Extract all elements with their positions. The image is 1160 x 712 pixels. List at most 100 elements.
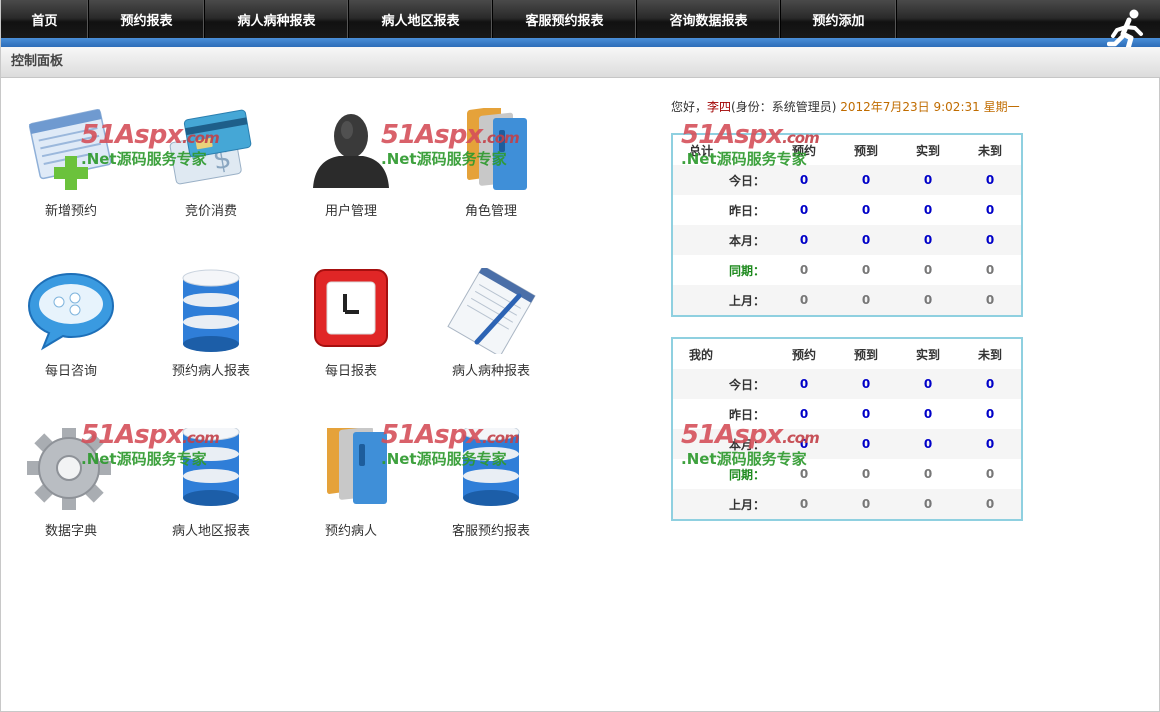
- gear-icon: [27, 428, 111, 510]
- tile-label: 竞价消费: [184, 204, 237, 219]
- cell-value: 0: [897, 369, 959, 399]
- add-appointment-icon: [28, 109, 112, 190]
- database-icon: [182, 269, 240, 352]
- table-title: 我的: [689, 347, 714, 362]
- cell-value: 0: [773, 285, 835, 315]
- tile-label: 数据字典: [44, 524, 97, 539]
- col-header: 未到: [977, 143, 1002, 158]
- nav-service-report[interactable]: 客服预约报表: [493, 0, 637, 38]
- table-row: 上月： 0 0 0 0: [673, 285, 1021, 315]
- greeting-hello: 您好，: [671, 100, 708, 114]
- greeting: 您好，李四(身份：系统管理员) 2012年7月23日 9:02:31 星期一: [671, 98, 1020, 115]
- tile-add-appointment[interactable]: 新增预约: [6, 108, 136, 233]
- cell-value: 0: [897, 285, 959, 315]
- cell-value: 0: [959, 459, 1021, 489]
- current-time: 2012年7月23日 9:02:31 星期一: [840, 100, 1020, 114]
- top-nav: 首页 预约报表 病人病种报表 病人地区报表 客服预约报表 咨询数据报表 预约添加: [1, 0, 1160, 40]
- tile-role-management[interactable]: 角色管理: [426, 108, 556, 233]
- folders-icon: [327, 428, 387, 504]
- nav-add-appointment[interactable]: 预约添加: [781, 0, 897, 38]
- user-name: 李四: [707, 100, 732, 114]
- cell-value: 0: [835, 459, 897, 489]
- tile-appointment-patient[interactable]: 预约病人: [286, 428, 416, 553]
- col-header: 实到: [915, 143, 940, 158]
- table-row: 本月： 0 0 0 0: [673, 225, 1021, 255]
- cell-value: 0: [959, 195, 1021, 225]
- table-row: 同期： 0 0 0 0: [673, 255, 1021, 285]
- document-pen-icon: [447, 268, 536, 354]
- tile-daily-consult[interactable]: 每日咨询: [6, 268, 136, 393]
- database-icon: [462, 428, 520, 506]
- cell-value: 0: [773, 165, 835, 195]
- cell-value: 0: [773, 459, 835, 489]
- cell-value: 0: [835, 165, 897, 195]
- cell-value: 0: [773, 369, 835, 399]
- nav-region-report[interactable]: 病人地区报表: [349, 0, 493, 38]
- row-label: 本月：: [673, 225, 773, 255]
- tile-label: 角色管理: [464, 204, 517, 219]
- cell-value: 0: [773, 429, 835, 459]
- tile-service-report[interactable]: 客服预约报表: [426, 428, 556, 553]
- tile-disease-report[interactable]: 病人病种报表: [426, 268, 556, 393]
- stats-total-table: 总计 预约 预到 实到 未到 今日： 0 0 0 0 昨日： 0 0 0 0 本…: [671, 133, 1023, 317]
- table-row: 昨日： 0 0 0 0: [673, 399, 1021, 429]
- nav-home[interactable]: 首页: [1, 0, 89, 38]
- cell-value: 0: [897, 429, 959, 459]
- cell-value: 0: [835, 225, 897, 255]
- row-label: 上月：: [673, 489, 773, 519]
- bid-cost-icon: $: [169, 109, 252, 185]
- col-header: 预约: [791, 143, 816, 158]
- row-label: 上月：: [673, 285, 773, 315]
- tile-label: 每日咨询: [44, 364, 97, 379]
- tile-region-report[interactable]: 病人地区报表: [146, 428, 276, 553]
- col-header: 预到: [853, 347, 878, 362]
- cell-value: 0: [959, 429, 1021, 459]
- cell-value: 0: [897, 489, 959, 519]
- cell-value: 0: [773, 255, 835, 285]
- cell-value: 0: [897, 225, 959, 255]
- cell-value: 0: [897, 399, 959, 429]
- tile-label: 用户管理: [324, 204, 377, 219]
- col-header: 未到: [977, 347, 1002, 362]
- cell-value: 0: [835, 255, 897, 285]
- tile-appointment-patient-report[interactable]: 预约病人报表: [146, 268, 276, 393]
- tile-label: 病人病种报表: [451, 364, 530, 379]
- tile-label: 每日报表: [324, 364, 377, 379]
- chat-icon: [27, 272, 115, 351]
- cell-value: 0: [835, 369, 897, 399]
- stats-mine-table: 我的 预约 预到 实到 未到 今日： 0 0 0 0 昨日： 0 0 0 0 本…: [671, 337, 1023, 521]
- row-label: 昨日：: [673, 195, 773, 225]
- tile-bid-cost[interactable]: $ 竞价消费: [146, 108, 276, 233]
- tile-label: 客服预约报表: [451, 524, 530, 539]
- row-label: 今日：: [673, 165, 773, 195]
- row-label: 同期：: [673, 459, 773, 489]
- row-label: 今日：: [673, 369, 773, 399]
- tile-user-management[interactable]: 用户管理: [286, 108, 416, 233]
- table-row: 上月： 0 0 0 0: [673, 489, 1021, 519]
- cell-value: 0: [835, 489, 897, 519]
- cell-value: 0: [959, 225, 1021, 255]
- nav-consult-report[interactable]: 咨询数据报表: [637, 0, 781, 38]
- row-label: 同期：: [673, 255, 773, 285]
- cell-value: 0: [773, 225, 835, 255]
- cell-value: 0: [959, 165, 1021, 195]
- cell-value: 0: [959, 255, 1021, 285]
- tile-data-dictionary[interactable]: 数据字典: [6, 428, 136, 553]
- cell-value: 0: [897, 165, 959, 195]
- col-header: 预约: [791, 347, 816, 362]
- nav-accent-bar: [1, 38, 1160, 47]
- nav-disease-report[interactable]: 病人病种报表: [205, 0, 349, 38]
- cell-value: 0: [959, 489, 1021, 519]
- cell-value: 0: [959, 369, 1021, 399]
- cell-value: 0: [897, 459, 959, 489]
- table-row: 本月： 0 0 0 0: [673, 429, 1021, 459]
- tile-daily-report[interactable]: 每日报表: [286, 268, 416, 393]
- cell-value: 0: [835, 429, 897, 459]
- cell-value: 0: [959, 285, 1021, 315]
- nav-appointment-report[interactable]: 预约报表: [89, 0, 205, 38]
- tile-label: 预约病人报表: [171, 364, 250, 379]
- col-header: 预到: [853, 143, 878, 158]
- cell-value: 0: [773, 489, 835, 519]
- tile-label: 新增预约: [44, 204, 97, 219]
- cell-value: 0: [835, 195, 897, 225]
